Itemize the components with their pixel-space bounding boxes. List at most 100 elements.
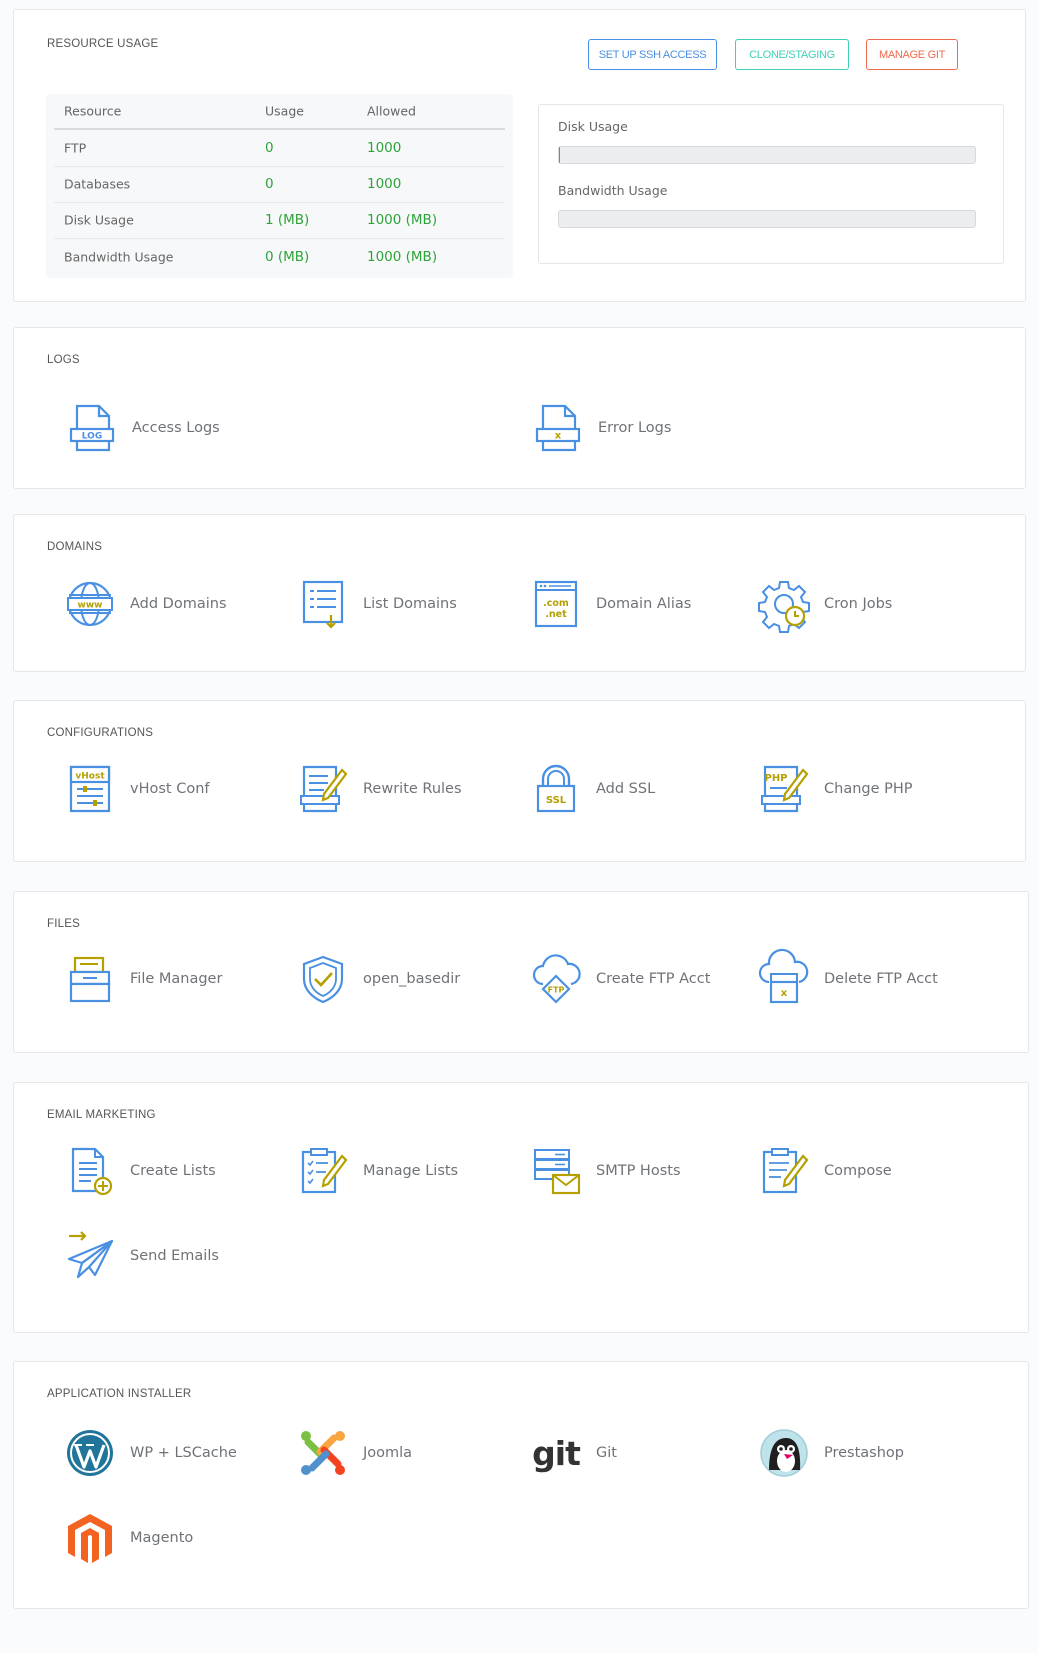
clone-staging-button[interactable]: CLONE/STAGING — [735, 39, 849, 70]
www-globe-icon: www — [64, 578, 116, 630]
panel-title: FILES — [47, 918, 80, 930]
ftp-cloud-icon: FTP — [530, 953, 582, 1005]
doc-pencil-icon — [297, 763, 349, 815]
git-link[interactable]: git Git — [530, 1427, 617, 1479]
magento-logo-icon — [64, 1512, 116, 1564]
usage-bars-box: Disk Usage Bandwidth Usage — [538, 104, 1004, 264]
svg-text:x: x — [781, 988, 788, 999]
add-domains-link[interactable]: www Add Domains — [64, 578, 227, 630]
git-logo-icon: git — [530, 1427, 582, 1479]
delete-ftp-acct-link[interactable]: x Delete FTP Acct — [758, 948, 938, 1005]
disk-usage-progress — [558, 146, 976, 164]
panel-title: RESOURCE USAGE — [47, 38, 159, 50]
item-label: Cron Jobs — [824, 596, 893, 612]
panel-title: APPLICATION INSTALLER — [47, 1388, 192, 1400]
item-label: List Domains — [363, 596, 457, 612]
error-file-icon: x — [532, 402, 584, 454]
domains-panel: DOMAINS www Add Domains List Domains .co… — [13, 514, 1026, 672]
table-cell: Disk Usage — [64, 212, 134, 228]
rewrite-rules-link[interactable]: Rewrite Rules — [297, 763, 462, 815]
error-logs-link[interactable]: x Error Logs — [532, 402, 671, 454]
prestashop-link[interactable]: Prestashop — [758, 1427, 904, 1479]
table-row: FTP 0 1000 — [54, 130, 505, 167]
svg-text:vHost: vHost — [75, 772, 105, 782]
create-lists-link[interactable]: Create Lists — [64, 1145, 216, 1197]
paper-plane-icon — [64, 1230, 116, 1282]
item-label: File Manager — [130, 971, 223, 987]
svg-text:www: www — [78, 601, 103, 611]
table-header: Resource Usage Allowed — [54, 94, 505, 130]
resource-usage-panel: RESOURCE USAGE SET UP SSH ACCESS CLONE/S… — [13, 9, 1026, 302]
item-label: Add SSL — [596, 781, 656, 797]
item-label: Domain Alias — [596, 596, 692, 612]
application-installer-panel: APPLICATION INSTALLER WP + LSCache Jooml… — [13, 1361, 1029, 1609]
table-row: Disk Usage 1 (MB) 1000 (MB) — [54, 202, 505, 239]
item-label: Rewrite Rules — [363, 781, 462, 797]
item-label: Git — [596, 1445, 617, 1461]
gear-clock-icon — [758, 578, 810, 633]
bandwidth-usage-label: Bandwidth Usage — [558, 183, 668, 198]
files-panel: FILES File Manager open_basedir FTP Crea… — [13, 891, 1029, 1053]
cron-jobs-link[interactable]: Cron Jobs — [758, 578, 893, 633]
smtp-hosts-link[interactable]: SMTP Hosts — [530, 1145, 681, 1197]
manage-git-button[interactable]: MANAGE GIT — [866, 39, 958, 70]
cloud-delete-icon: x — [758, 948, 810, 1005]
list-icon — [297, 578, 349, 630]
manage-lists-link[interactable]: Manage Lists — [297, 1145, 458, 1197]
table-cell: 1000 — [367, 140, 402, 156]
table-cell: 0 (MB) — [265, 248, 310, 265]
table-row: Bandwidth Usage 0 (MB) 1000 (MB) — [54, 238, 505, 275]
file-manager-link[interactable]: File Manager — [64, 953, 222, 1005]
prestashop-logo-icon — [758, 1427, 810, 1479]
ssh-access-button[interactable]: SET UP SSH ACCESS — [588, 39, 717, 70]
server-mail-icon — [530, 1145, 582, 1197]
table-cell: 1000 — [367, 176, 402, 192]
vhost-conf-link[interactable]: vHost vHost Conf — [64, 763, 210, 815]
item-label: Error Logs — [598, 420, 672, 436]
item-label: Delete FTP Acct — [824, 971, 938, 987]
svg-text:PHP: PHP — [764, 773, 787, 784]
table-cell: FTP — [64, 140, 87, 156]
bandwidth-usage-progress — [558, 210, 976, 228]
access-logs-link[interactable]: LOG Access Logs — [66, 402, 220, 454]
magento-link[interactable]: Magento — [64, 1512, 193, 1564]
table-row: Databases 0 1000 — [54, 166, 505, 203]
clipboard-pencil-icon — [297, 1145, 349, 1197]
open-basedir-link[interactable]: open_basedir — [297, 953, 460, 1005]
domain-alias-link[interactable]: .com .net Domain Alias — [530, 578, 691, 630]
item-label: Compose — [824, 1163, 892, 1179]
panel-title: LOGS — [47, 354, 80, 366]
table-cell: Bandwidth Usage — [64, 249, 174, 264]
table-cell: Databases — [64, 176, 131, 192]
item-label: Access Logs — [132, 420, 220, 436]
table-cell: 1000 (MB) — [367, 212, 438, 228]
svg-text:LOG: LOG — [82, 432, 102, 442]
panel-title: DOMAINS — [47, 541, 103, 553]
svg-text:SSL: SSL — [546, 795, 567, 806]
list-domains-link[interactable]: List Domains — [297, 578, 457, 630]
panel-title: CONFIGURATIONS — [47, 727, 154, 739]
table-cell: 0 — [265, 176, 274, 192]
ssl-lock-icon: SSL — [530, 763, 582, 815]
joomla-link[interactable]: Joomla — [297, 1427, 412, 1479]
item-label: open_basedir — [363, 971, 461, 987]
item-label: Create FTP Acct — [596, 971, 711, 987]
item-label: Joomla — [363, 1445, 413, 1461]
svg-text:FTP: FTP — [548, 986, 565, 995]
item-label: Prestashop — [824, 1445, 904, 1461]
email-marketing-panel: EMAIL MARKETING Create Lists Manage List… — [13, 1082, 1029, 1333]
file-cabinet-icon — [64, 953, 116, 1005]
column-header: Usage — [265, 103, 304, 119]
send-emails-link[interactable]: Send Emails — [64, 1230, 219, 1282]
svg-text:.net: .net — [545, 609, 567, 620]
change-php-link[interactable]: PHP Change PHP — [758, 763, 913, 815]
doc-plus-icon — [64, 1145, 116, 1197]
add-ssl-link[interactable]: SSL Add SSL — [530, 763, 655, 815]
vhost-icon: vHost — [64, 763, 116, 815]
create-ftp-acct-link[interactable]: FTP Create FTP Acct — [530, 953, 710, 1005]
compose-link[interactable]: Compose — [758, 1145, 892, 1197]
wp-lscache-link[interactable]: WP + LSCache — [64, 1427, 237, 1479]
shield-check-icon — [297, 953, 349, 1005]
panel-title: EMAIL MARKETING — [47, 1109, 156, 1121]
item-label: Add Domains — [130, 596, 227, 612]
